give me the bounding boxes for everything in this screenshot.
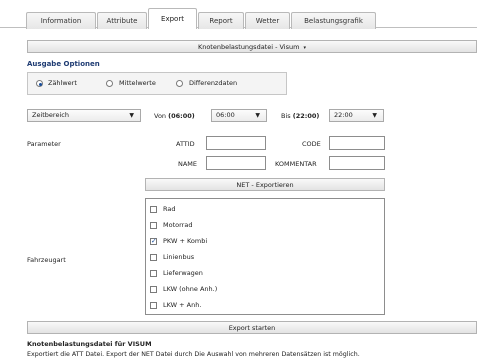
tab-attribute[interactable]: Attribute <box>97 12 147 29</box>
info-title: Knotenbelastungsdatei für VISUM <box>27 340 152 348</box>
ausgabe-options-group: Zählwert Mittelwerte Differenzdaten <box>27 72 287 95</box>
checkbox-lkw-anh[interactable] <box>150 302 157 309</box>
bis-time-select[interactable]: 22:00 ▼ <box>329 109 384 122</box>
checkbox-motorrad[interactable] <box>150 222 157 229</box>
attid-label: ATTID <box>176 140 195 148</box>
bis-label: Bis (22:00) <box>281 112 319 120</box>
fahrzeugart-list: Rad Motorrad PKW + Kombi Linienbus Liefe… <box>145 198 385 315</box>
checkbox-lkw-ohne-anh[interactable] <box>150 286 157 293</box>
tab-export[interactable]: Export <box>148 8 197 29</box>
radio-differenzdaten[interactable] <box>176 80 183 87</box>
kommentar-label: KOMMENTAR <box>275 160 317 168</box>
name-input[interactable] <box>206 156 266 170</box>
ausgabe-optionen-title: Ausgabe Optionen <box>27 60 100 68</box>
radio-mittelwerte[interactable] <box>106 80 113 87</box>
export-start-button[interactable]: Export starten <box>27 321 477 334</box>
chevron-down-icon: ▼ <box>372 112 377 119</box>
zeitbereich-value: Zeitbereich <box>32 111 69 119</box>
checkbox-pkw-kombi[interactable] <box>150 237 157 245</box>
von-time-select[interactable]: 06:00 ▼ <box>211 109 267 122</box>
checkbox-lkw-anh-label: LKW + Anh. <box>163 301 202 309</box>
checkbox-linienbus[interactable] <box>150 254 157 261</box>
fahrzeugart-label: Fahrzeugart <box>27 256 66 264</box>
kommentar-input[interactable] <box>329 156 385 170</box>
name-label: NAME <box>178 160 198 168</box>
parameter-label: Parameter <box>27 140 61 148</box>
radio-zaehlwert[interactable] <box>36 80 43 87</box>
code-label: CODE <box>302 140 321 148</box>
chevron-down-icon: ▼ <box>255 112 260 119</box>
tab-belastungsgrafik[interactable]: Belastungsgrafik <box>291 12 376 29</box>
checkbox-rad[interactable] <box>150 206 157 213</box>
von-label: Von (06:00) <box>154 112 195 120</box>
bis-time: (22:00) <box>292 112 320 120</box>
von-select-value: 06:00 <box>216 111 235 119</box>
export-type-label: Knotenbelastungsdatei - Visum <box>197 43 300 51</box>
von-time: (06:00) <box>168 112 195 120</box>
radio-zaehlwert-label: Zählwert <box>48 79 77 87</box>
checkbox-motorrad-label: Motorrad <box>163 221 193 229</box>
checkbox-lkw-ohne-anh-label: LKW (ohne Anh.) <box>163 285 218 293</box>
checkbox-lieferwagen-label: Lieferwagen <box>163 269 203 277</box>
radio-mittelwerte-label: Mittelwerte <box>119 79 156 87</box>
tab-bar: Information Attribute Export Report Wett… <box>0 0 477 29</box>
bis-text: Bis <box>281 112 291 120</box>
tab-wetter[interactable]: Wetter <box>245 12 290 29</box>
chevron-down-icon: ▼ <box>129 112 134 119</box>
checkbox-linienbus-label: Linienbus <box>163 253 195 261</box>
checkbox-rad-label: Rad <box>163 205 176 213</box>
attid-input[interactable] <box>206 136 266 150</box>
chevron-down-icon: ▾ <box>303 45 307 51</box>
info-text: Exportiert die ATT Datei. Export der NET… <box>27 351 360 358</box>
net-export-button[interactable]: NET - Exportieren <box>145 178 385 191</box>
checkbox-lieferwagen[interactable] <box>150 270 157 277</box>
checkbox-pkw-kombi-label: PKW + Kombi <box>163 237 208 245</box>
tab-information[interactable]: Information <box>26 12 96 29</box>
von-text: Von <box>154 112 167 120</box>
tab-report[interactable]: Report <box>198 12 244 29</box>
export-type-select[interactable]: Knotenbelastungsdatei - Visum ▾ <box>27 40 477 53</box>
radio-differenzdaten-label: Differenzdaten <box>189 79 238 87</box>
zeitbereich-select[interactable]: Zeitbereich ▼ <box>27 109 141 122</box>
code-input[interactable] <box>329 136 385 150</box>
bis-select-value: 22:00 <box>334 111 353 119</box>
